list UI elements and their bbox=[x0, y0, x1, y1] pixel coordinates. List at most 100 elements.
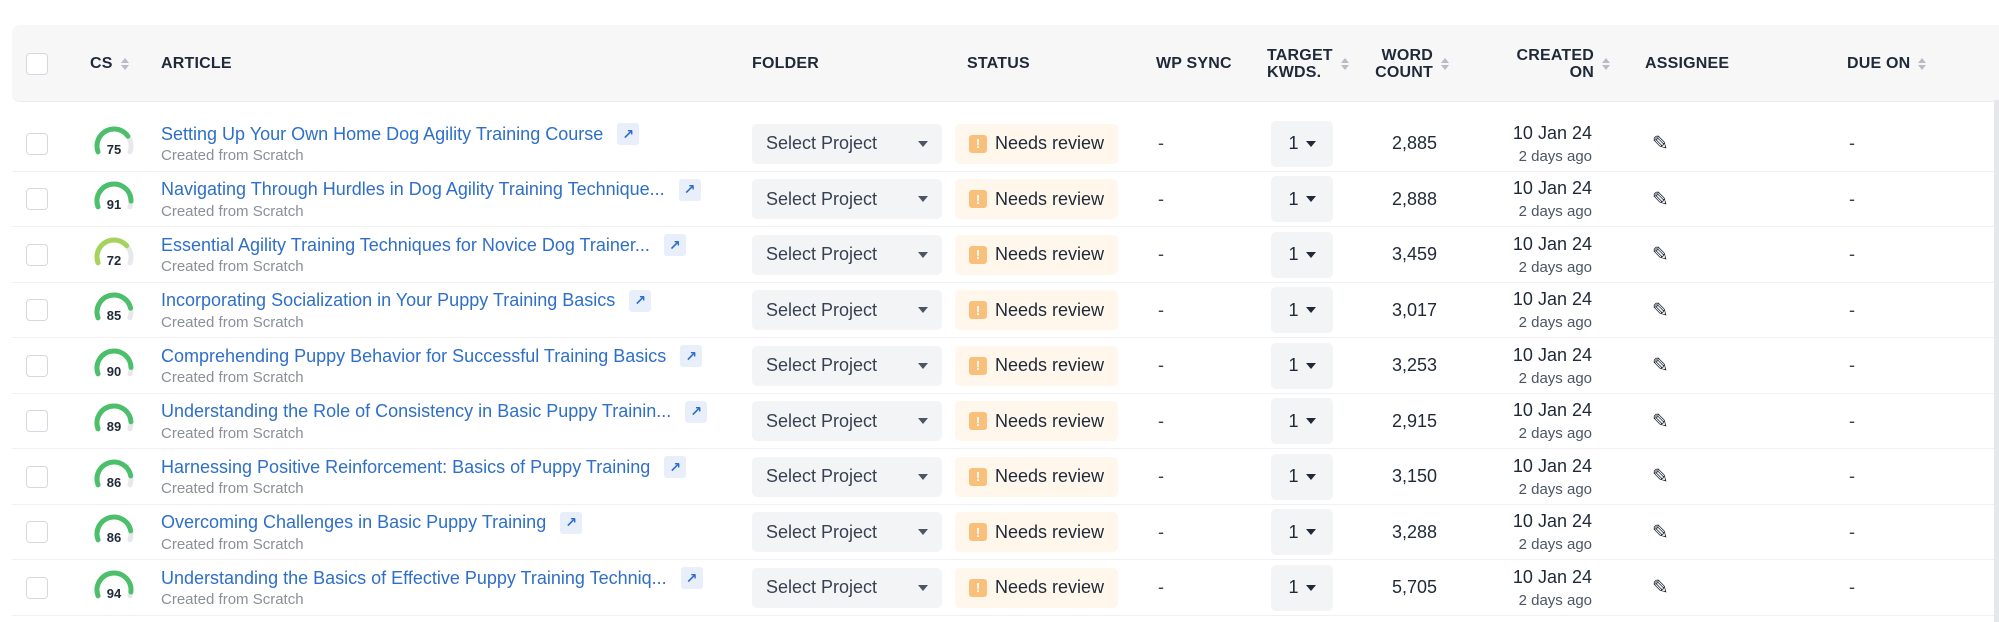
target-keywords-dropdown[interactable]: 1 bbox=[1271, 398, 1333, 444]
external-link-icon[interactable]: ↗ bbox=[664, 456, 687, 478]
article-title-link[interactable]: Incorporating Socialization in Your Pupp… bbox=[161, 290, 615, 311]
pencil-icon[interactable]: ✎ bbox=[1652, 409, 1669, 434]
target-keywords-dropdown[interactable]: 1 bbox=[1271, 509, 1333, 555]
external-link-icon[interactable]: ↗ bbox=[685, 400, 708, 423]
article-title-link[interactable]: Understanding the Role of Consistency in… bbox=[161, 401, 671, 422]
target-keywords-dropdown[interactable]: 1 bbox=[1271, 120, 1333, 167]
article-title-link[interactable]: Comprehending Puppy Behavior for Success… bbox=[161, 346, 666, 367]
pencil-icon[interactable]: ✎ bbox=[1652, 520, 1669, 545]
target-keywords-value: 1 bbox=[1288, 466, 1299, 486]
external-link-icon[interactable]: ↗ bbox=[678, 178, 701, 201]
row-checkbox[interactable] bbox=[26, 132, 48, 155]
status-cell: ! Needs review bbox=[955, 338, 1119, 393]
folder-select[interactable]: Select Project bbox=[752, 456, 942, 497]
article-title-link[interactable]: Understanding the Basics of Effective Pu… bbox=[161, 568, 667, 589]
target-keywords-cell: 1 bbox=[1271, 449, 1333, 504]
row-checkbox[interactable] bbox=[26, 188, 48, 210]
external-link-icon[interactable]: ↗ bbox=[663, 234, 686, 256]
caret-down-icon bbox=[1305, 251, 1316, 258]
table-row[interactable]: 86 Overcoming Challenges in Basic Puppy … bbox=[12, 505, 1999, 560]
row-checkbox[interactable] bbox=[26, 465, 48, 488]
status-label: Needs review bbox=[995, 466, 1105, 486]
status-badge[interactable]: ! Needs review bbox=[955, 234, 1119, 275]
status-badge[interactable]: ! Needs review bbox=[955, 512, 1119, 552]
target-keywords-dropdown[interactable]: 1 bbox=[1271, 231, 1333, 278]
status-badge[interactable]: ! Needs review bbox=[955, 345, 1119, 386]
sort-icon[interactable] bbox=[120, 57, 129, 70]
status-badge[interactable]: ! Needs review bbox=[955, 179, 1119, 219]
folder-select-value: Select Project bbox=[766, 244, 878, 264]
external-link-icon[interactable]: ↗ bbox=[680, 567, 703, 589]
article-title-link[interactable]: Essential Agility Training Techniques fo… bbox=[161, 235, 650, 256]
pencil-icon[interactable]: ✎ bbox=[1652, 242, 1669, 267]
folder-select[interactable]: Select Project bbox=[752, 345, 942, 386]
pencil-icon[interactable]: ✎ bbox=[1652, 575, 1669, 600]
target-keywords-dropdown[interactable]: 1 bbox=[1271, 287, 1333, 333]
status-badge[interactable]: ! Needs review bbox=[955, 290, 1119, 330]
article-title-link[interactable]: Navigating Through Hurdles in Dog Agilit… bbox=[161, 179, 665, 200]
folder-select[interactable]: Select Project bbox=[752, 179, 942, 219]
folder-select[interactable]: Select Project bbox=[752, 290, 942, 330]
warning-icon: ! bbox=[969, 356, 987, 375]
sort-icon[interactable] bbox=[1602, 57, 1610, 70]
folder-select[interactable]: Select Project bbox=[752, 234, 942, 275]
wp-sync-cell: - bbox=[1158, 227, 1164, 282]
external-link-icon[interactable]: ↗ bbox=[617, 123, 640, 145]
table-row[interactable]: 75 Setting Up Your Own Home Dog Agility … bbox=[12, 116, 1999, 172]
column-cs[interactable]: CS bbox=[90, 25, 129, 102]
external-link-icon[interactable]: ↗ bbox=[629, 289, 652, 312]
external-link-icon[interactable]: ↗ bbox=[560, 511, 583, 534]
status-badge[interactable]: ! Needs review bbox=[955, 456, 1119, 497]
sort-icon[interactable] bbox=[1441, 57, 1449, 70]
content-score-gauge: 91 bbox=[92, 179, 136, 219]
table-row[interactable]: 89 Understanding the Role of Consistency… bbox=[12, 394, 1999, 449]
table-row[interactable]: 91 Navigating Through Hurdles in Dog Agi… bbox=[12, 172, 1999, 227]
target-keywords-dropdown[interactable]: 1 bbox=[1271, 564, 1333, 611]
pencil-icon[interactable]: ✎ bbox=[1652, 298, 1669, 323]
row-checkbox[interactable] bbox=[26, 299, 48, 321]
pencil-icon[interactable]: ✎ bbox=[1652, 131, 1669, 156]
pencil-icon[interactable]: ✎ bbox=[1652, 353, 1669, 378]
table-row[interactable]: 72 Essential Agility Training Techniques… bbox=[12, 227, 1999, 283]
external-link-icon[interactable]: ↗ bbox=[680, 345, 703, 367]
target-keywords-dropdown[interactable]: 1 bbox=[1271, 342, 1333, 389]
pencil-icon[interactable]: ✎ bbox=[1652, 464, 1669, 489]
content-score-value: 75 bbox=[106, 141, 122, 157]
due-on-cell: - bbox=[1849, 283, 1855, 338]
article-title-link[interactable]: Setting Up Your Own Home Dog Agility Tra… bbox=[161, 124, 603, 145]
folder-select[interactable]: Select Project bbox=[752, 512, 942, 552]
vertical-scrollbar[interactable] bbox=[1994, 100, 1999, 622]
table-row[interactable]: 86 Harnessing Positive Reinforcement: Ba… bbox=[12, 449, 1999, 505]
folder-select[interactable]: Select Project bbox=[752, 567, 942, 608]
target-keywords-dropdown[interactable]: 1 bbox=[1271, 176, 1333, 222]
word-count-cell: 3,288 bbox=[1372, 505, 1437, 560]
status-badge[interactable]: ! Needs review bbox=[955, 567, 1119, 608]
wp-sync-value: - bbox=[1158, 355, 1164, 375]
row-checkbox[interactable] bbox=[26, 410, 48, 432]
status-badge[interactable]: ! Needs review bbox=[955, 401, 1119, 441]
column-created-on[interactable]: CREATED ON bbox=[1492, 25, 1610, 102]
pencil-icon[interactable]: ✎ bbox=[1652, 187, 1669, 212]
article-title-link[interactable]: Overcoming Challenges in Basic Puppy Tra… bbox=[161, 512, 546, 533]
row-checkbox[interactable] bbox=[26, 576, 48, 599]
warning-icon: ! bbox=[969, 134, 987, 153]
row-checkbox[interactable] bbox=[26, 521, 48, 543]
table-row[interactable]: 94 Understanding the Basics of Effective… bbox=[12, 560, 1999, 616]
target-keywords-dropdown[interactable]: 1 bbox=[1271, 453, 1333, 500]
column-target-kwds[interactable]: TARGET KWDS. bbox=[1267, 25, 1349, 102]
table-row[interactable]: 85 Incorporating Socialization in Your P… bbox=[12, 283, 1999, 338]
row-checkbox[interactable] bbox=[26, 243, 48, 266]
target-keywords-value: 1 bbox=[1288, 355, 1299, 375]
article-title-link[interactable]: Harnessing Positive Reinforcement: Basic… bbox=[161, 457, 650, 478]
status-badge[interactable]: ! Needs review bbox=[955, 123, 1119, 164]
sort-icon[interactable] bbox=[1340, 57, 1349, 70]
folder-select[interactable]: Select Project bbox=[752, 401, 942, 441]
table-row[interactable]: 90 Comprehending Puppy Behavior for Succ… bbox=[12, 338, 1999, 394]
column-word-count[interactable]: WORD COUNT bbox=[1362, 25, 1449, 102]
column-due-on[interactable]: DUE ON bbox=[1847, 25, 1927, 102]
sort-icon[interactable] bbox=[1918, 57, 1927, 70]
assignee-cell: ✎ bbox=[1652, 283, 1669, 338]
row-checkbox[interactable] bbox=[26, 354, 48, 377]
select-all-checkbox[interactable] bbox=[26, 52, 48, 75]
folder-select[interactable]: Select Project bbox=[752, 123, 942, 164]
